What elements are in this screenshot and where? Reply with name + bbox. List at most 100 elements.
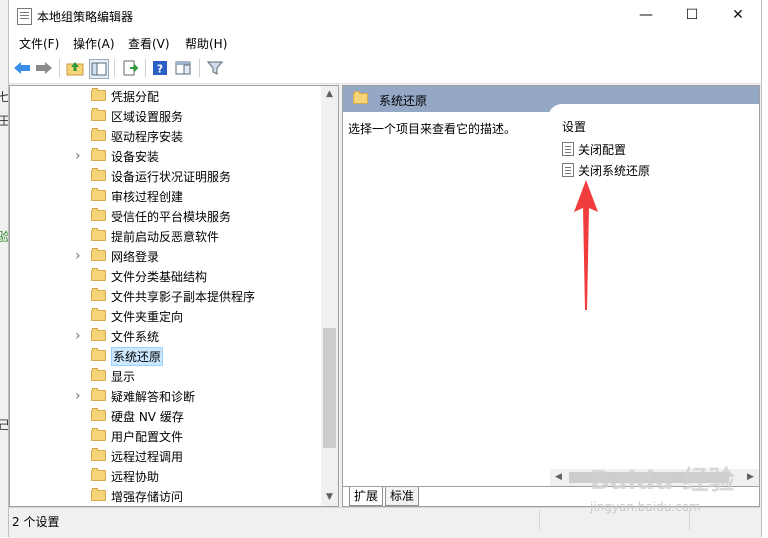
tab-standard[interactable]: 标准 [385,487,420,506]
policy-setting-icon [562,142,574,156]
folder-icon [91,308,106,321]
tree-item[interactable]: 提前启动反恶意软件 [10,226,320,246]
setting-label: 关闭系统还原 [578,164,651,178]
folder-icon [91,88,106,101]
up-folder-icon[interactable] [66,59,84,77]
tree-item-label: 文件分类基础结构 [111,270,208,284]
policy-tree-pane: 凭据分配区域设置服务 驱动程序安装 › 设备安装设备运行状况证明服务 审核过程创建受信任… [9,85,339,507]
tree-item[interactable]: 远程协助 [10,466,320,486]
status-text: 2 个设置 [12,515,60,529]
filter-icon[interactable] [206,59,224,77]
folder-icon [91,368,106,381]
tree-item-label: 用户配置文件 [111,430,184,444]
tree-item[interactable]: 文件夹重定向 [10,306,320,326]
folder-icon [91,208,106,221]
show-hide-tree-icon[interactable] [89,59,109,79]
folder-icon [91,248,106,261]
tree-item-label: 增强存储访问 [111,490,184,504]
tree-item-label: 区域设置服务 [111,110,184,124]
close-button[interactable]: ✕ [715,0,761,31]
column-header-setting[interactable]: 设置 [562,118,586,135]
watermark-logo: Baidu 经验 [590,466,735,496]
folder-icon [91,128,106,141]
tree-item-label: 驱动程序安装 [111,130,184,144]
tree-item[interactable]: 设备运行状况证明服务 [10,166,320,186]
svg-text:?: ? [157,63,163,76]
tree-vertical-scrollbar[interactable]: ▲ ▼ [321,86,338,506]
tree-item-label: 疑难解答和诊断 [111,390,196,404]
window-title: 本地组策略编辑器 [37,10,134,24]
tree-item-label: 文件共享影子副本提供程序 [111,290,256,304]
policy-setting-icon [562,163,574,177]
back-arrow-icon[interactable] [13,59,31,77]
menu-file[interactable]: 文件(F) [19,35,59,52]
expand-chevron-icon[interactable]: › [75,149,85,163]
tree-item[interactable]: › 网络登录 [10,246,320,266]
folder-icon [91,288,106,301]
scroll-up-icon[interactable]: ▲ [321,86,338,103]
folder-icon [91,488,106,501]
tree-item-label: 设备运行状况证明服务 [111,170,232,184]
tree-item[interactable]: 用户配置文件 [10,426,320,446]
tree-item[interactable]: 显示 [10,366,320,386]
tree-item[interactable]: 驱动程序安装 [10,126,320,146]
menu-action[interactable]: 操作(A) [73,35,115,52]
tree-item-label: 系统还原 [111,347,164,366]
tree-item-label: 文件系统 [111,330,160,344]
folder-icon [91,348,106,361]
folder-icon [91,148,106,161]
tree-item[interactable]: 审核过程创建 [10,186,320,206]
tree-item-label: 硬盘 NV 缓存 [111,410,184,424]
tree-item[interactable]: › 文件系统 [10,326,320,346]
folder-icon [91,408,106,421]
folder-icon [91,468,106,481]
properties-pane-icon[interactable] [174,59,192,77]
menu-view[interactable]: 查看(V) [128,35,170,52]
scroll-right-icon[interactable]: ▶ [742,469,759,486]
tree-item[interactable]: 受信任的平台模块服务 [10,206,320,226]
tree-item-label: 设备安装 [111,150,160,164]
tree-item[interactable]: 远程过程调用 [10,446,320,466]
maximize-button[interactable]: ☐ [669,0,715,31]
red-annotation-arrow [574,180,598,310]
expand-chevron-icon[interactable]: › [75,249,85,263]
toolbar: ? [9,53,761,84]
scroll-left-icon[interactable]: ◀ [550,469,567,486]
tree-item[interactable]: › 设备安装 [10,146,320,166]
tree-item[interactable]: 系统还原 [10,346,320,366]
app-icon [17,8,32,25]
minimize-button[interactable]: — [623,0,669,31]
tree-item[interactable]: 文件共享影子副本提供程序 [10,286,320,306]
expand-chevron-icon[interactable]: › [75,329,85,343]
folder-icon [91,228,106,241]
settings-list: 设置 关闭配置 关闭系统还原 [548,104,759,472]
tree-item-label: 显示 [111,370,136,384]
tree-item[interactable]: 增强存储访问 [10,486,320,506]
expand-chevron-icon[interactable]: › [75,389,85,403]
folder-icon [91,328,106,341]
menu-help[interactable]: 帮助(H) [185,35,227,52]
tree-item-label: 审核过程创建 [111,190,184,204]
export-list-icon[interactable] [121,59,139,77]
folder-icon [91,448,106,461]
scroll-down-icon[interactable]: ▼ [321,489,338,506]
watermark-url: jingyan.baidu.com [590,500,701,514]
extended-description: 选择一个项目来查看它的描述。 [348,122,517,136]
forward-arrow-icon[interactable] [35,59,53,77]
tree-item-label: 提前启动反恶意软件 [111,230,220,244]
tree-item-label: 远程过程调用 [111,450,184,464]
help-icon[interactable]: ? [151,59,169,77]
tree-item[interactable]: 硬盘 NV 缓存 [10,406,320,426]
tab-extended[interactable]: 扩展 [349,487,384,506]
scroll-thumb[interactable] [323,328,336,448]
tree-item[interactable]: 区域设置服务 [10,106,320,126]
folder-icon [91,388,106,401]
tree-item[interactable]: › 疑难解答和诊断 [10,386,320,406]
tree-item[interactable]: 文件分类基础结构 [10,266,320,286]
folder-icon [91,188,106,201]
tree-item[interactable]: 凭据分配 [10,86,320,106]
details-header-title: 系统还原 [379,94,428,108]
folder-icon [353,91,368,104]
details-pane: 系统还原 选择一个项目来查看它的描述。 设置 关闭配置 关闭系统还原 ◀ ▶ 扩… [342,85,760,507]
tree-item-label: 网络登录 [111,250,160,264]
